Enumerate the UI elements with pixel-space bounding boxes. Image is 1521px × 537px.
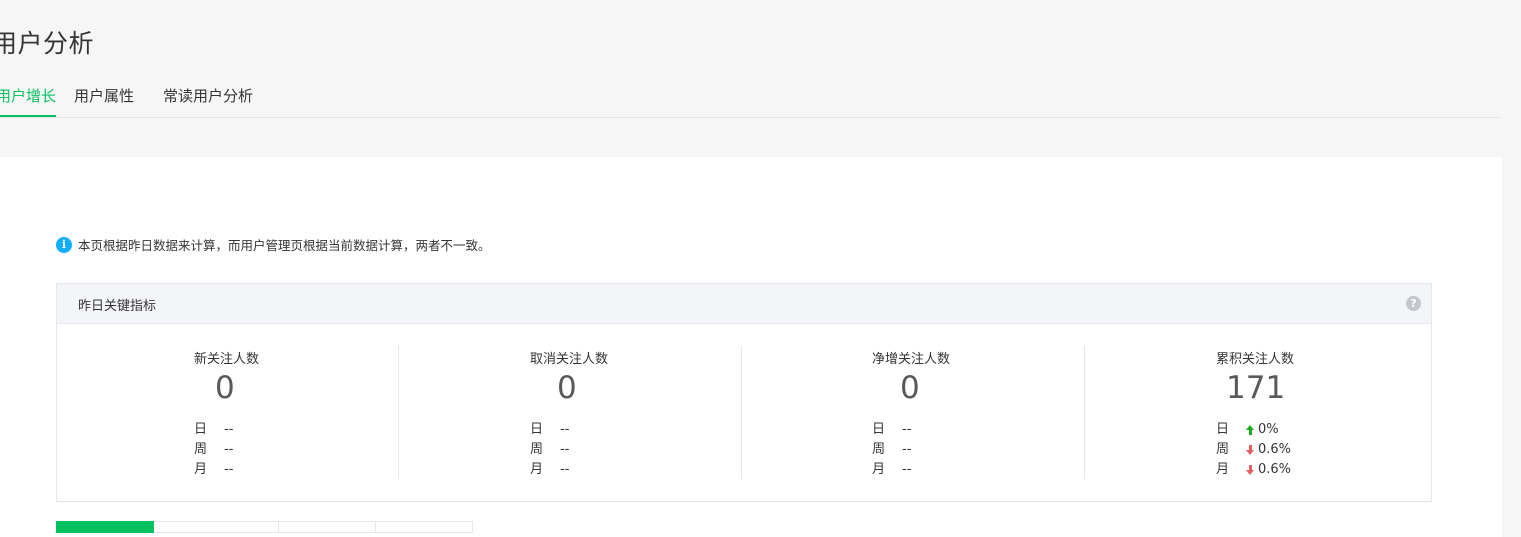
arrow-down-icon — [1246, 465, 1255, 475]
trend-key: 日 — [1216, 422, 1230, 437]
trend-key: 月 — [530, 462, 544, 477]
trend-value: 0% — [1246, 420, 1279, 440]
metric-value: 0 — [557, 370, 577, 406]
trend-value: 0.6% — [1246, 460, 1291, 480]
trend-percent: 0.6% — [1258, 462, 1292, 477]
bottom-tab[interactable] — [154, 521, 279, 533]
trend-key: 日 — [194, 422, 208, 437]
key-metrics-card: 昨日关键指标 ? 新关注人数 0 日 -- 周 -- 月 -- 取消关注人数 0 日-… — [56, 283, 1432, 502]
metric-value: 0 — [900, 370, 920, 406]
info-icon: i — [56, 236, 72, 253]
bottom-tab[interactable] — [56, 521, 154, 533]
trend-value: -- — [560, 442, 570, 457]
trend-key: 月 — [194, 462, 208, 477]
trend-value: -- — [902, 422, 912, 437]
trend-value: -- — [224, 442, 234, 457]
bottom-tab[interactable] — [279, 521, 376, 533]
trend-row-week: 周 -- — [530, 440, 569, 460]
trend-row-week: 周 -- — [872, 440, 911, 460]
notice-text: 本页根据昨日数据来计算，而用户管理页根据当前数据计算，两者不一致。 — [78, 238, 491, 253]
trend-value: -- — [902, 462, 912, 477]
help-icon[interactable]: ? — [1406, 296, 1421, 311]
metric-trend-rows: 日 0% 周 0.6% 月 0.6% — [1216, 420, 1291, 480]
trend-key: 月 — [1216, 462, 1230, 477]
tab-bar: 用户增长 用户属性 常读用户分析 — [0, 80, 1502, 118]
trend-key: 日 — [872, 422, 886, 437]
trend-key: 周 — [872, 442, 886, 457]
tab-frequent-readers[interactable]: 常读用户分析 — [163, 85, 253, 116]
key-metrics-title: 昨日关键指标 — [78, 299, 157, 314]
metric-unfollows: 取消关注人数 0 日 -- 周 -- 月 -- — [398, 346, 742, 479]
trend-value: -- — [560, 422, 570, 437]
key-metrics-header: 昨日关键指标 ? — [57, 284, 1431, 324]
tab-user-growth[interactable]: 用户增长 — [0, 85, 57, 117]
trend-row-day: 日 -- — [872, 420, 911, 440]
trend-row-month: 月 -- — [872, 460, 911, 480]
metric-trend-rows: 日 -- 周 -- 月 -- — [872, 420, 911, 480]
page-right-edge — [1502, 0, 1521, 527]
trend-key: 周 — [1216, 442, 1230, 457]
trend-value: 0.6% — [1246, 440, 1291, 460]
trend-percent: 0.6% — [1258, 442, 1292, 457]
metric-trend-rows: 日 -- 周 -- 月 -- — [194, 420, 233, 480]
trend-row-month: 月 -- — [530, 460, 569, 480]
metric-trend-rows: 日 -- 周 -- 月 -- — [530, 420, 569, 480]
trend-value: -- — [224, 422, 234, 437]
trend-row-week: 周 -- — [194, 440, 233, 460]
trend-row-day: 日 -- — [194, 420, 233, 440]
metric-net-growth: 净增关注人数 0 日 -- 周 -- 月 -- — [741, 346, 1085, 479]
tab-user-attributes[interactable]: 用户属性 — [74, 85, 134, 116]
trend-percent: 0% — [1258, 422, 1279, 437]
metric-new-followers: 新关注人数 0 日 -- 周 -- 月 -- — [57, 346, 400, 479]
trend-row-week: 周 0.6% — [1216, 440, 1291, 460]
trend-row-day: 日 0% — [1216, 420, 1291, 440]
trend-row-month: 月 0.6% — [1216, 460, 1291, 480]
notice-bar: i 本页根据昨日数据来计算，而用户管理页根据当前数据计算，两者不一致。 — [56, 235, 491, 254]
trend-value: -- — [224, 462, 234, 477]
trend-key: 周 — [530, 442, 544, 457]
trend-row-day: 日 -- — [530, 420, 569, 440]
metric-cells: 新关注人数 0 日 -- 周 -- 月 -- 取消关注人数 0 日 -- 周 -- 月 --… — [57, 324, 1431, 501]
trend-key: 月 — [872, 462, 886, 477]
metric-label: 累积关注人数 — [1216, 352, 1295, 367]
metric-total-followers: 累积关注人数 171 日 0% 周 0.6% 月 0.6% — [1084, 346, 1428, 479]
arrow-up-icon — [1246, 425, 1255, 435]
metric-value: 171 — [1226, 370, 1286, 406]
trend-value: -- — [902, 442, 912, 457]
trend-value: -- — [560, 462, 570, 477]
page-title: 用户分析 — [0, 29, 95, 58]
bottom-tab-strip — [56, 521, 473, 533]
trend-key: 日 — [530, 422, 544, 437]
metric-value: 0 — [215, 370, 235, 406]
bottom-tab[interactable] — [376, 521, 473, 533]
arrow-down-icon — [1246, 445, 1255, 455]
trend-row-month: 月 -- — [194, 460, 233, 480]
trend-key: 周 — [194, 442, 208, 457]
